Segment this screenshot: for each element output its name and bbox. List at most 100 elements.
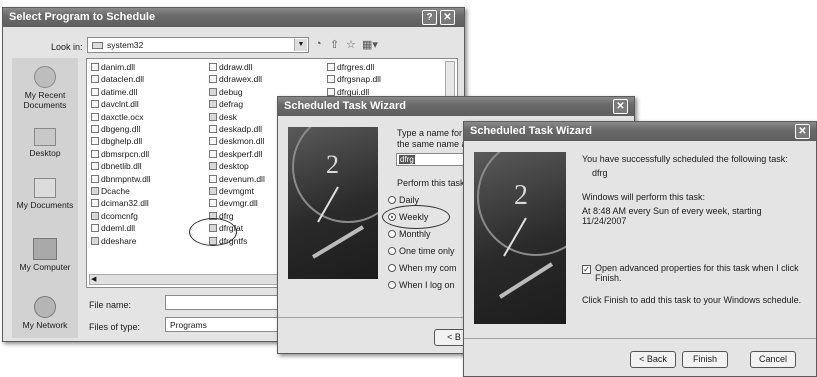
- file-name: dfrgres.dll: [337, 62, 375, 72]
- file-list-item[interactable]: Dcache: [91, 186, 130, 197]
- task-name-input[interactable]: dfrg: [396, 153, 466, 166]
- success-text: You have successfully scheduled the foll…: [582, 154, 788, 164]
- file-icon: [91, 224, 99, 233]
- file-list-item[interactable]: deskperf.dll: [209, 149, 262, 160]
- file-name: deskmon.dll: [219, 136, 265, 147]
- file-list-item[interactable]: dfrgsnap.dll: [327, 74, 381, 85]
- file-list-item[interactable]: dbmsrpcn.dll: [91, 149, 149, 160]
- file-name: debug: [219, 86, 243, 97]
- file-list-item[interactable]: dfrgres.dll: [327, 62, 374, 73]
- wizard2-close-button[interactable]: ✕: [795, 124, 810, 139]
- file-list-item[interactable]: desktop: [209, 161, 249, 172]
- wizard2-divider: [464, 338, 816, 339]
- finish-hint: Click Finish to add this task to your Wi…: [582, 295, 802, 305]
- wizard1-titlebar[interactable]: Scheduled Task Wizard: [278, 97, 634, 116]
- help-button[interactable]: ?: [422, 10, 437, 25]
- file-icon: [91, 236, 99, 245]
- up-folder-icon[interactable]: ⇧: [330, 38, 339, 51]
- file-name: ddrawex.dll: [219, 74, 262, 85]
- select-program-titlebar[interactable]: Select Program to Schedule: [3, 8, 464, 27]
- radio-daily-circle[interactable]: [388, 196, 396, 204]
- cancel-button[interactable]: Cancel: [750, 351, 796, 368]
- folder-icon: [92, 42, 103, 49]
- place-recent-documents[interactable]: My Recent Documents: [14, 66, 76, 110]
- file-list-item[interactable]: dbghelp.dll: [91, 136, 142, 147]
- file-name: ddeml.dll: [101, 223, 136, 234]
- radio-monthly[interactable]: Monthly: [388, 228, 431, 240]
- horizontal-scrollbar[interactable]: ◀: [89, 274, 279, 285]
- wizard1-close-button[interactable]: ✕: [613, 99, 628, 114]
- file-list-item[interactable]: ddrawex.dll: [209, 74, 262, 85]
- back-button[interactable]: < Back: [630, 351, 676, 368]
- place-my-documents[interactable]: My Documents: [14, 178, 76, 210]
- wizard2-clock-image: 2: [474, 152, 566, 324]
- place-my-computer[interactable]: My Computer: [14, 238, 76, 272]
- file-list-item[interactable]: dciman32.dll: [91, 198, 149, 209]
- file-list-item[interactable]: ddraw.dll: [209, 62, 253, 73]
- finish-button[interactable]: Finish: [682, 351, 728, 368]
- dialog-title: Select Program to Schedule: [9, 11, 156, 23]
- file-name: defrag: [219, 99, 244, 110]
- radio-log-on[interactable]: When I log on: [388, 279, 455, 291]
- radio-computer-starts-circle[interactable]: [388, 264, 396, 272]
- file-list-item[interactable]: deskmon.dll: [209, 136, 264, 147]
- file-list-item[interactable]: ddeshare: [91, 236, 136, 247]
- file-name: danim.dll: [101, 62, 136, 72]
- view-menu-icon[interactable]: ▦▾: [362, 38, 378, 51]
- file-list-item[interactable]: danim.dll: [91, 62, 135, 73]
- radio-one-time[interactable]: One time only: [388, 245, 455, 257]
- chevron-down-icon[interactable]: ▼: [294, 39, 307, 51]
- files-of-type-value: Programs: [170, 320, 207, 330]
- new-folder-icon[interactable]: ☆: [346, 38, 356, 51]
- file-list-item[interactable]: dcomcnfg: [91, 211, 138, 222]
- file-name-label: File name:: [89, 300, 132, 310]
- file-list-item[interactable]: devmgr.dll: [209, 198, 258, 209]
- scroll-left-icon[interactable]: ◀: [91, 275, 96, 283]
- task-name-value: dfrg: [399, 155, 415, 164]
- radio-one-time-circle[interactable]: [388, 247, 396, 255]
- file-list-item[interactable]: ddeml.dll: [91, 223, 135, 234]
- file-list-item[interactable]: davclnt.dll: [91, 99, 139, 110]
- radio-log-on-circle[interactable]: [388, 281, 396, 289]
- close-button[interactable]: ✕: [440, 10, 455, 25]
- svg-text:2: 2: [326, 150, 339, 179]
- desktop-icon: [34, 128, 56, 146]
- file-list-item[interactable]: debug: [209, 87, 243, 98]
- wizard2-titlebar[interactable]: Scheduled Task Wizard: [464, 122, 816, 141]
- place-label-my-network: My Network: [22, 320, 68, 330]
- file-list-item[interactable]: defrag: [209, 99, 243, 110]
- file-list-item[interactable]: dataclen.dll: [91, 74, 144, 85]
- file-list-item[interactable]: deskadp.dll: [209, 124, 262, 135]
- file-name: dbghelp.dll: [101, 136, 143, 147]
- file-list-item[interactable]: devenum.dll: [209, 174, 265, 185]
- file-list-item[interactable]: dbgeng.dll: [91, 124, 140, 135]
- file-list-item[interactable]: daxctle.ocx: [91, 112, 144, 123]
- file-icon: [91, 87, 99, 96]
- file-name: Dcache: [101, 186, 130, 196]
- perform-task-label: Perform this task:: [397, 178, 468, 188]
- file-list-item[interactable]: dbnmpntw.dll: [91, 174, 151, 185]
- scheduled-task-wizard-2: Scheduled Task Wizard ✕ 2 You have succe…: [463, 121, 817, 377]
- place-my-network[interactable]: My Network: [14, 296, 76, 330]
- look-in-dropdown[interactable]: system32 ▼: [87, 37, 309, 53]
- file-name: davclnt.dll: [101, 99, 139, 110]
- file-list-item[interactable]: datime.dll: [91, 87, 137, 98]
- file-list-item[interactable]: dbnetlib.dll: [91, 161, 142, 172]
- file-icon: [91, 211, 99, 220]
- radio-monthly-circle[interactable]: [388, 230, 396, 238]
- schedule-line-2: 11/24/2007: [582, 216, 627, 226]
- radio-computer-starts[interactable]: When my com: [388, 262, 457, 274]
- advanced-properties-checkbox[interactable]: ✓: [582, 265, 591, 274]
- file-name: devmgr.dll: [219, 198, 258, 209]
- wizard1-prompt-line1: Type a name for: [397, 128, 463, 138]
- file-icon: [91, 63, 99, 71]
- file-icon: [91, 162, 99, 171]
- file-icon: [209, 137, 217, 146]
- back-arrow-icon[interactable]: ◔: [315, 38, 322, 50]
- place-desktop[interactable]: Desktop: [14, 128, 76, 158]
- file-list-item[interactable]: desk: [209, 112, 237, 123]
- will-perform-text: Windows will perform this task:: [582, 192, 706, 202]
- radio-daily-label: Daily: [399, 195, 420, 205]
- file-list-item[interactable]: devmgmt: [209, 186, 254, 197]
- my-computer-icon: [33, 238, 57, 260]
